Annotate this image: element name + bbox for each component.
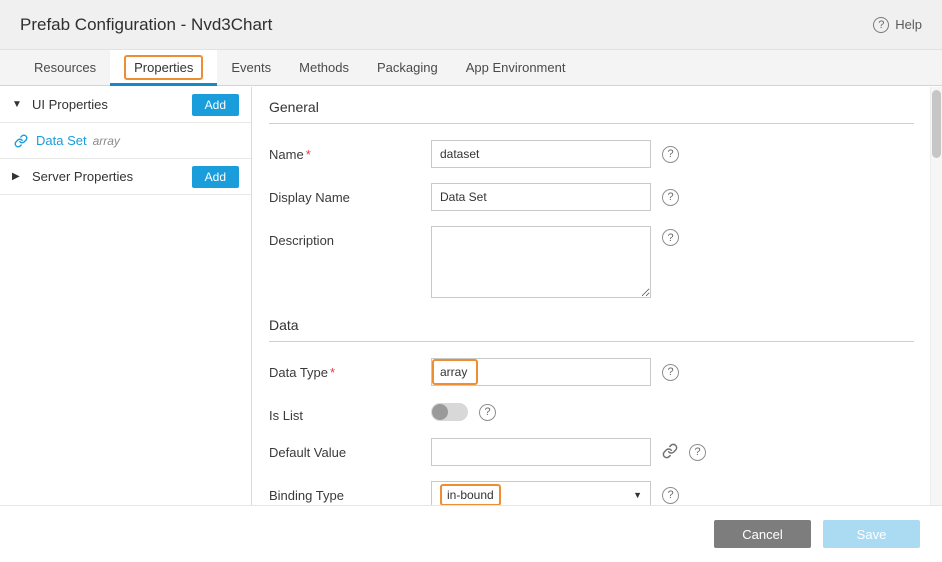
add-ui-property-button[interactable]: Add [192,94,239,116]
sidebar-item-data-set[interactable]: Data Set array [0,123,251,159]
default-value-help-icon[interactable]: ? [689,444,706,461]
sidebar-group-ui-properties[interactable]: ▼ UI Properties Add [0,87,251,123]
name-input[interactable] [431,140,651,168]
sidebar-group-server-properties[interactable]: ▶ Server Properties Add [0,159,251,195]
vertical-scrollbar[interactable] [930,87,942,505]
description-help-icon[interactable]: ? [662,229,679,246]
caret-down-icon: ▼ [12,99,23,110]
sidebar-item-label: Data Set [36,133,87,148]
bind-link-icon [14,134,28,148]
binding-type-help-icon[interactable]: ? [662,487,679,504]
default-value-input[interactable] [431,438,651,466]
form-row-description: Description ? [269,226,914,298]
display-name-input[interactable] [431,183,651,211]
section-title-data: Data [269,313,914,342]
add-server-property-button[interactable]: Add [192,166,239,188]
help-button[interactable]: ? Help [873,17,922,33]
toggle-knob [432,404,448,420]
display-name-help-icon[interactable]: ? [662,189,679,206]
binding-type-select[interactable]: in-bound ▼ [431,481,651,505]
name-help-icon[interactable]: ? [662,146,679,163]
sidebar-item-type: array [93,134,120,148]
form-row-binding-type: Binding Type in-bound ▼ ? [269,481,914,505]
data-type-label: Data Type* [269,358,431,386]
properties-panel: General Name* ? Display Name ? Descripti… [253,87,930,505]
footer-bar: Cancel Save [0,505,942,562]
form-row-display-name: Display Name ? [269,183,914,211]
help-label: Help [895,17,922,32]
tab-events[interactable]: Events [217,50,285,85]
required-marker: * [330,365,335,380]
required-marker: * [306,147,311,162]
save-button[interactable]: Save [823,520,920,548]
display-name-label: Display Name [269,183,431,211]
binding-type-value: in-bound [440,484,501,505]
section-title-general: General [269,95,914,124]
form-row-name: Name* ? [269,140,914,168]
form-row-data-type: Data Type* ? [269,358,914,386]
caret-right-icon: ▶ [12,171,23,182]
name-label: Name* [269,140,431,168]
description-label: Description [269,226,431,298]
is-list-label: Is List [269,401,431,423]
window-title: Prefab Configuration - Nvd3Chart [20,15,272,35]
scrollbar-thumb[interactable] [932,90,941,158]
cancel-button[interactable]: Cancel [714,520,811,548]
tab-packaging[interactable]: Packaging [363,50,452,85]
description-textarea[interactable] [431,226,651,298]
chevron-down-icon: ▼ [633,490,642,500]
data-type-input[interactable] [431,358,651,386]
bind-value-button[interactable] [662,443,678,462]
is-list-toggle[interactable] [431,403,468,421]
data-type-help-icon[interactable]: ? [662,364,679,381]
default-value-label: Default Value [269,438,431,466]
bind-link-icon [662,443,678,462]
is-list-help-icon[interactable]: ? [479,404,496,421]
tab-bar: Resources Properties Events Methods Pack… [0,50,942,86]
form-row-default-value: Default Value ? [269,438,914,466]
help-icon: ? [873,17,889,33]
binding-type-label: Binding Type [269,481,431,505]
tab-properties[interactable]: Properties [110,50,217,85]
tab-resources[interactable]: Resources [20,50,110,85]
sidebar: ▼ UI Properties Add Data Set array ▶ Ser… [0,87,252,505]
titlebar: Prefab Configuration - Nvd3Chart ? Help [0,0,942,50]
form-row-is-list: Is List ? [269,401,914,423]
tab-methods[interactable]: Methods [285,50,363,85]
tab-app-environment[interactable]: App Environment [452,50,580,85]
